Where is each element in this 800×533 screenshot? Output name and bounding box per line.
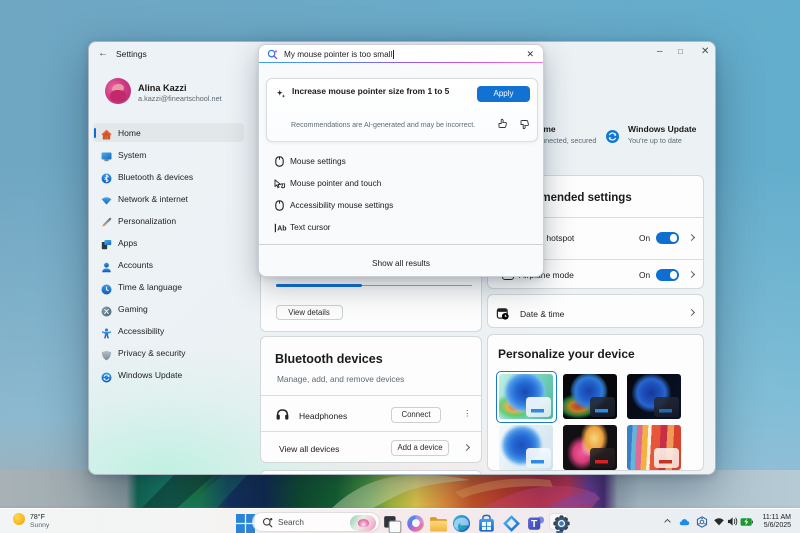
svg-text:T: T xyxy=(531,519,538,530)
svg-text:Ab: Ab xyxy=(277,225,286,232)
